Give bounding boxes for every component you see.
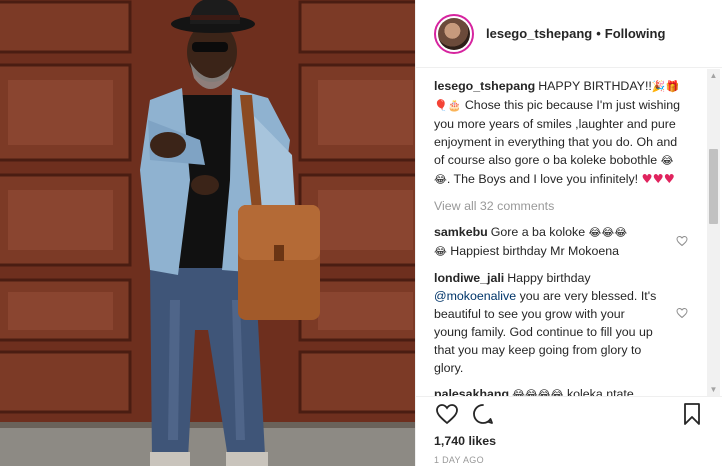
comments-list[interactable]: lesego_tshepang HAPPY BIRTHDAY!!🎉🎁 🎈🎂 Cho… [416,69,706,396]
save-button[interactable] [679,401,705,427]
likes-count[interactable]: 1,740 likes [434,433,705,449]
post-detail-panel: lesego_tshepang • Following lesego_tshep… [415,0,722,466]
following-button[interactable]: Following [605,26,666,41]
scroll-thumb[interactable] [709,149,718,224]
comment-emoji-lead: 😂 [434,245,447,258]
comment-button[interactable] [470,401,496,427]
heart-outline-icon[interactable] [676,307,688,319]
comment-text: Happy birthday [507,271,591,285]
caption-emoji-1: 🎉🎁 [651,80,680,93]
comment-text: Gore a ba koloke [490,225,589,239]
comment-icon [473,404,493,424]
caption-text-2: Chose this pic because I'm just wishing … [434,98,681,167]
heart-outline-icon[interactable] [676,235,688,247]
comment-username[interactable]: samkebu [434,225,488,239]
caption-emoji-2: 🎈🎂 [434,99,462,112]
post-photo-image [0,0,415,466]
comments-scrollbar[interactable]: ▲ ▼ [707,69,720,396]
scroll-up-arrow-icon[interactable]: ▲ [707,69,720,82]
header-separator: • [596,26,601,41]
comment-username[interactable]: londiwe_jali [434,271,504,285]
action-icons [434,397,705,431]
view-all-comments-link[interactable]: View all 32 comments [434,197,688,215]
avatar[interactable] [434,13,474,54]
post-actions: 1,740 likes 1 DAY AGO [416,396,722,466]
caption-text-3: . The Boys and I love you infinitely! [446,172,642,186]
header-text: lesego_tshepang • Following [486,26,665,41]
comment-item: samkebu Gore a ba koloke 😂😂😂 😂 Happiest b… [434,223,688,261]
comment-item: palesakhang😂😂😂😂 koleka ntate mokoena [434,385,688,396]
post-photo[interactable] [0,0,415,466]
caption-username[interactable]: lesego_tshepang [434,79,535,93]
comment-username[interactable]: palesakhang [434,387,509,396]
caption-text-1: HAPPY BIRTHDAY!! [538,79,652,93]
post-timestamp[interactable]: 1 DAY AGO [434,455,705,465]
like-button[interactable] [434,401,460,427]
comment-emoji: 😂😂😂 [588,226,628,239]
avatar-image [438,17,470,50]
caption: lesego_tshepang HAPPY BIRTHDAY!!🎉🎁 🎈🎂 Cho… [434,77,688,189]
heart-icon [436,404,458,425]
comment-mention-link[interactable]: @mokoenalive [434,289,516,303]
scroll-down-arrow-icon[interactable]: ▼ [707,383,720,396]
post-header: lesego_tshepang • Following [416,0,722,68]
bookmark-icon [684,403,700,425]
caption-hearts: ♥♥♥ [641,171,675,186]
comment-item: londiwe_jali Happy birthday @mokoenalive … [434,269,688,377]
comment-emoji: 😂😂😂😂 [512,388,564,396]
header-username[interactable]: lesego_tshepang [486,26,592,41]
comment-text-2: Happiest birthday Mr Mokoena [446,244,620,258]
